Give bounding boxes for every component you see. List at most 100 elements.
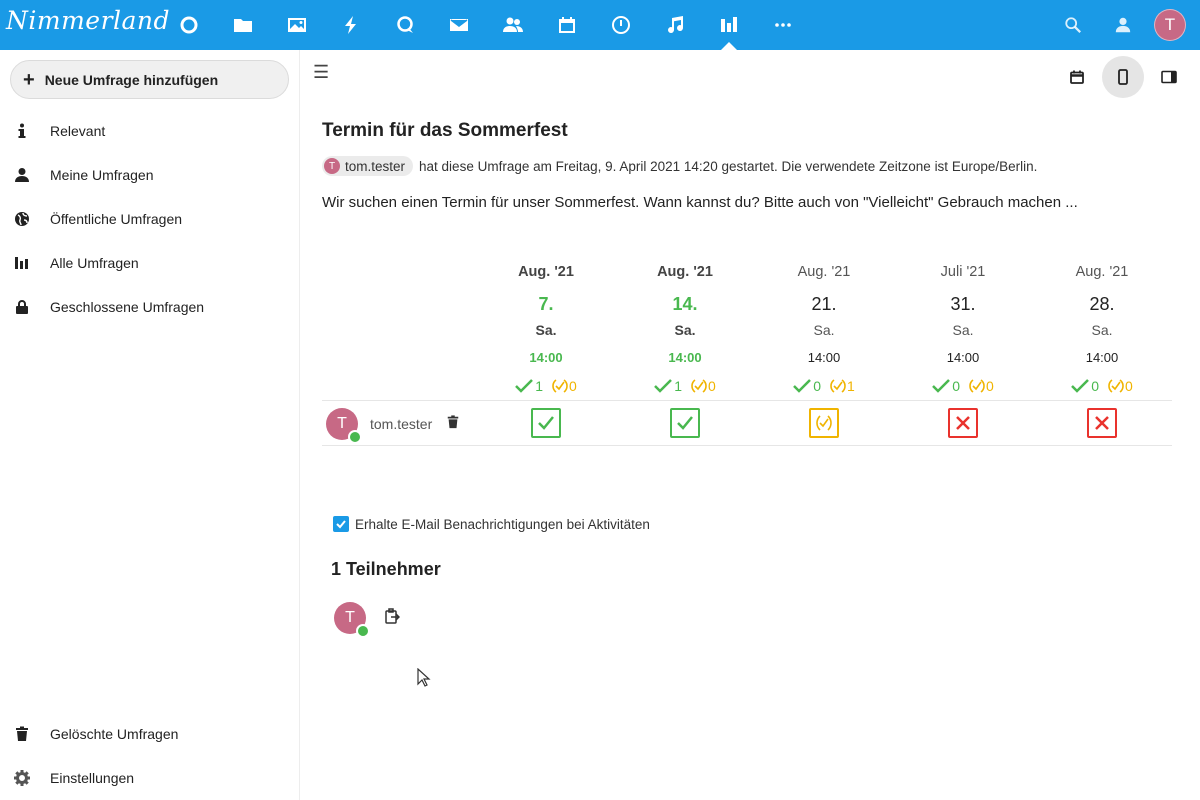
more-icon[interactable] — [756, 0, 810, 50]
poll-meta: T tom.tester hat diese Umfrage am Freita… — [322, 156, 1037, 176]
option-column: Juli '21 31. Sa. 14:00 0 0 — [903, 264, 1023, 397]
sidebar-item-public-polls[interactable]: Öffentliche Umfragen — [0, 197, 300, 241]
sidebar-item-label: Geschlossene Umfragen — [50, 299, 205, 315]
maybe-count: 0 — [1107, 378, 1133, 394]
new-poll-button[interactable]: + Neue Umfrage hinzufügen — [10, 60, 289, 99]
mobile-view-icon[interactable] — [1102, 56, 1144, 98]
owner-name: tom.tester — [345, 158, 406, 174]
search-icon[interactable] — [1048, 0, 1098, 50]
maybe-count: 0 — [968, 378, 994, 394]
vote-yes-button[interactable] — [531, 408, 561, 438]
option-day: 31. — [950, 294, 976, 314]
sidebar-item-all-polls[interactable]: Alle Umfragen — [0, 241, 300, 285]
voter-row: T tom.tester — [326, 408, 460, 444]
sidebar-item-label: Meine Umfragen — [50, 167, 154, 183]
poll-meta-text: hat diese Umfrage am Freitag, 9. April 2… — [419, 158, 1038, 174]
option-month: Aug. '21 — [1075, 264, 1129, 280]
sidebar: + Neue Umfrage hinzufügen Relevant Meine… — [0, 50, 300, 800]
option-month: Aug. '21 — [657, 264, 713, 280]
option-month: Juli '21 — [940, 264, 986, 280]
sidebar-item-my-polls[interactable]: Meine Umfragen — [0, 153, 300, 197]
trash-icon — [0, 726, 44, 742]
option-day: 7. — [538, 294, 554, 314]
lock-icon — [0, 299, 44, 315]
photos-icon[interactable] — [270, 0, 324, 50]
globe-icon — [0, 211, 44, 227]
sidebar-item-label: Gelöschte Umfragen — [50, 726, 179, 742]
sidebar-item-settings[interactable]: Einstellungen — [0, 756, 300, 800]
export-icon[interactable] — [384, 607, 401, 629]
avatar[interactable]: T — [326, 408, 362, 444]
vote-no-button[interactable] — [1087, 408, 1117, 438]
option-weekday: Sa. — [674, 322, 696, 338]
sidebar-item-closed-polls[interactable]: Geschlossene Umfragen — [0, 285, 300, 329]
participants-title: 1 Teilnehmer — [331, 559, 441, 579]
option-counts: 0 0 — [1042, 375, 1162, 397]
files-icon[interactable] — [216, 0, 270, 50]
mail-icon[interactable] — [432, 0, 486, 50]
calendar-view-icon[interactable] — [1056, 56, 1098, 98]
option-day: 21. — [811, 294, 837, 314]
email-notify-label: Erhalte E-Mail Benachrichtigungen bei Ak… — [355, 516, 650, 532]
view-switcher — [1056, 56, 1190, 98]
checkbox-checked-icon[interactable] — [333, 516, 349, 532]
online-status-icon — [356, 624, 370, 638]
sidebar-item-label: Relevant — [50, 123, 106, 139]
email-notify-checkbox[interactable]: Erhalte E-Mail Benachrichtigungen bei Ak… — [333, 516, 650, 532]
option-column: Aug. '21 14. Sa. 14:00 1 0 — [625, 264, 745, 397]
vote-no-button[interactable] — [948, 408, 978, 438]
dashboard-icon[interactable] — [162, 0, 216, 50]
divider — [322, 445, 1172, 446]
activity-icon[interactable] — [324, 0, 378, 50]
yes-count: 0 — [1071, 378, 1099, 394]
sidebar-item-label: Öffentliche Umfragen — [50, 211, 183, 227]
option-weekday: Sa. — [952, 322, 974, 338]
poll-description: Wir suchen einen Termin für unser Sommer… — [322, 194, 1078, 211]
option-column: Aug. '21 21. Sa. 14:00 0 1 — [764, 264, 884, 397]
polls-icon — [0, 255, 44, 271]
divider — [322, 400, 1172, 401]
option-time: 14:00 — [529, 350, 563, 365]
gear-icon — [0, 770, 44, 786]
talk-icon[interactable] — [378, 0, 432, 50]
plus-icon: + — [23, 68, 35, 91]
poll-title: Termin für das Sommerfest — [322, 120, 568, 141]
option-month: Aug. '21 — [518, 264, 574, 280]
option-counts: 0 1 — [764, 375, 884, 397]
contacts-icon[interactable] — [486, 0, 540, 50]
option-month: Aug. '21 — [797, 264, 851, 280]
yes-count: 1 — [515, 378, 543, 394]
owner-chip[interactable]: T tom.tester — [322, 156, 414, 176]
main-content: ☰ Termin für das Sommerfest T tom.tester… — [300, 50, 1200, 800]
logo[interactable]: Nimmerland — [6, 6, 170, 35]
header-right: T — [1048, 0, 1192, 50]
contacts-menu-icon[interactable] — [1098, 0, 1148, 50]
option-time: 14:00 — [1085, 350, 1119, 365]
option-time: 14:00 — [668, 350, 702, 365]
sidebar-toggle-icon[interactable] — [1148, 56, 1190, 98]
vote-yes-button[interactable] — [670, 408, 700, 438]
calendar-icon[interactable] — [540, 0, 594, 50]
avatar: T — [324, 158, 340, 174]
voter-name: tom.tester — [370, 416, 433, 432]
avatar[interactable]: T — [334, 602, 370, 638]
vote-maybe-button[interactable] — [809, 408, 839, 438]
music-icon[interactable] — [648, 0, 702, 50]
polls-icon[interactable] — [702, 0, 756, 50]
option-time: 14:00 — [807, 350, 841, 365]
option-weekday: Sa. — [813, 322, 835, 338]
yes-count: 1 — [654, 378, 682, 394]
option-weekday: Sa. — [535, 322, 557, 338]
sidebar-item-relevant[interactable]: Relevant — [0, 109, 300, 153]
option-counts: 1 0 — [625, 375, 745, 397]
sidebar-item-label: Einstellungen — [50, 770, 135, 786]
new-poll-label: Neue Umfrage hinzufügen — [44, 71, 219, 88]
option-counts: 1 0 — [486, 375, 606, 397]
user-avatar[interactable]: T — [1154, 9, 1186, 41]
menu-toggle-icon[interactable]: ☰ — [313, 62, 329, 83]
online-status-icon — [348, 430, 362, 444]
sidebar-item-label: Alle Umfragen — [50, 255, 139, 271]
sidebar-item-deleted-polls[interactable]: Gelöschte Umfragen — [0, 712, 300, 756]
deck-icon[interactable] — [594, 0, 648, 50]
trash-icon[interactable] — [446, 414, 460, 434]
